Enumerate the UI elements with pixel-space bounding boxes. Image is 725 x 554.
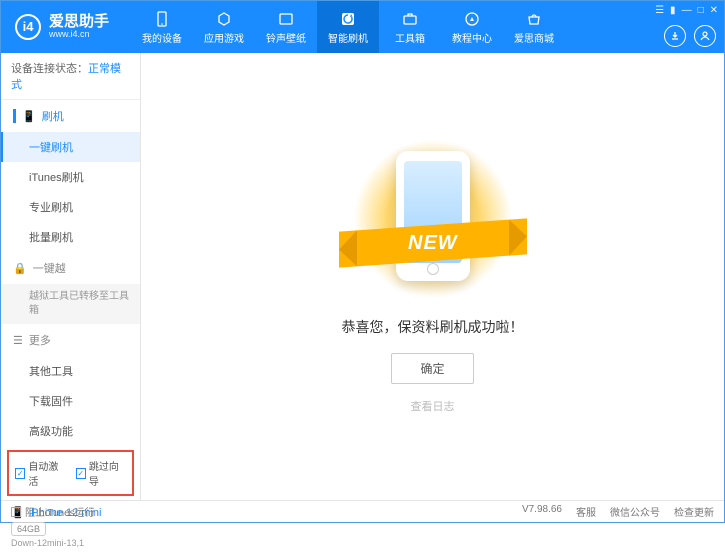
sidebar: 设备连接状态：正常模式 📱刷机 一键刷机 iTunes刷机 专业刷机 批量刷机 … [1, 53, 141, 500]
nav-apps[interactable]: 应用游戏 [193, 1, 255, 53]
checkbox-icon: ✓ [76, 468, 86, 479]
storage-badge: 64GB [11, 522, 46, 536]
nav-ringtone[interactable]: 铃声壁纸 [255, 1, 317, 53]
sidebar-item-pro[interactable]: 专业刷机 [1, 192, 140, 222]
sidebar-item-itunes[interactable]: iTunes刷机 [1, 162, 140, 192]
checkbox-icon: ✓ [15, 468, 25, 479]
connection-status: 设备连接状态：正常模式 [1, 53, 140, 100]
nav-toolbox[interactable]: 工具箱 [379, 1, 441, 53]
main-content: NEW 恭喜您，保资料刷机成功啦！ 确定 查看日志 [141, 53, 724, 500]
header-actions [664, 25, 716, 47]
apps-icon [215, 10, 233, 28]
phone-icon [153, 10, 171, 28]
sidebar-item-other[interactable]: 其他工具 [1, 356, 140, 386]
menu-icon[interactable]: ☰ [655, 5, 664, 16]
toolbox-icon [401, 10, 419, 28]
options-box: ✓自动激活 ✓跳过向导 [7, 450, 134, 496]
ok-button[interactable]: 确定 [391, 353, 473, 384]
check-skip-wizard[interactable]: ✓跳过向导 [76, 458, 127, 488]
lock-icon[interactable]: ▮ [670, 5, 676, 16]
device-sub: Down-12mini-13,1 [11, 538, 130, 548]
nav-tutorial[interactable]: 教程中心 [441, 1, 503, 53]
success-message: 恭喜您，保资料刷机成功啦！ [342, 317, 524, 337]
support-link[interactable]: 客服 [576, 504, 596, 519]
nav-my-device[interactable]: 我的设备 [131, 1, 193, 53]
user-button[interactable] [694, 25, 716, 47]
refresh-icon [339, 10, 357, 28]
nav-flash[interactable]: 智能刷机 [317, 1, 379, 53]
sidebar-item-download[interactable]: 下载固件 [1, 386, 140, 416]
jailbreak-note: 越狱工具已转移至工具箱 [1, 284, 140, 324]
section-indicator [13, 109, 16, 123]
sidebar-item-advanced[interactable]: 高级功能 [1, 416, 140, 446]
section-flash[interactable]: 📱刷机 [1, 100, 140, 132]
section-more[interactable]: ☰更多 [1, 324, 140, 356]
title-bar: i4 爱思助手 www.i4.cn 我的设备 应用游戏 铃声壁纸 智能刷机 工具… [1, 1, 724, 53]
sidebar-item-batch[interactable]: 批量刷机 [1, 222, 140, 252]
section-jailbreak[interactable]: 🔒一键越 [1, 252, 140, 284]
view-log-link[interactable]: 查看日志 [411, 398, 455, 414]
checkbox-icon [11, 507, 21, 517]
nav-store[interactable]: 爱思商城 [503, 1, 565, 53]
update-link[interactable]: 检查更新 [674, 504, 714, 519]
main-nav: 我的设备 应用游戏 铃声壁纸 智能刷机 工具箱 教程中心 爱思商城 [131, 1, 565, 53]
window-controls: ☰ ▮ — □ ✕ [655, 5, 718, 16]
sidebar-item-oneclick[interactable]: 一键刷机 [1, 132, 140, 162]
wechat-link[interactable]: 微信公众号 [610, 504, 660, 519]
check-auto-activate[interactable]: ✓自动激活 [15, 458, 66, 488]
app-name: 爱思助手 [49, 14, 109, 31]
compass-icon [463, 10, 481, 28]
download-button[interactable] [664, 25, 686, 47]
version-label: V7.98.66 [522, 504, 562, 519]
menu-icon: ☰ [13, 334, 23, 347]
store-icon [525, 10, 543, 28]
close-icon[interactable]: ✕ [710, 5, 718, 16]
lock-icon: 🔒 [13, 262, 27, 275]
success-illustration: NEW [353, 139, 513, 299]
block-itunes-check[interactable]: 阻止iTunes运行 [11, 504, 95, 519]
wallpaper-icon [277, 10, 295, 28]
app-url: www.i4.cn [49, 30, 109, 40]
minimize-icon[interactable]: — [682, 5, 692, 16]
logo: i4 爱思助手 www.i4.cn [1, 14, 123, 40]
maximize-icon[interactable]: □ [698, 5, 704, 16]
logo-icon: i4 [15, 14, 41, 40]
phone-icon: 📱 [22, 110, 36, 123]
status-bar-footer: 阻止iTunes运行 V7.98.66 客服 微信公众号 检查更新 [1, 500, 724, 522]
